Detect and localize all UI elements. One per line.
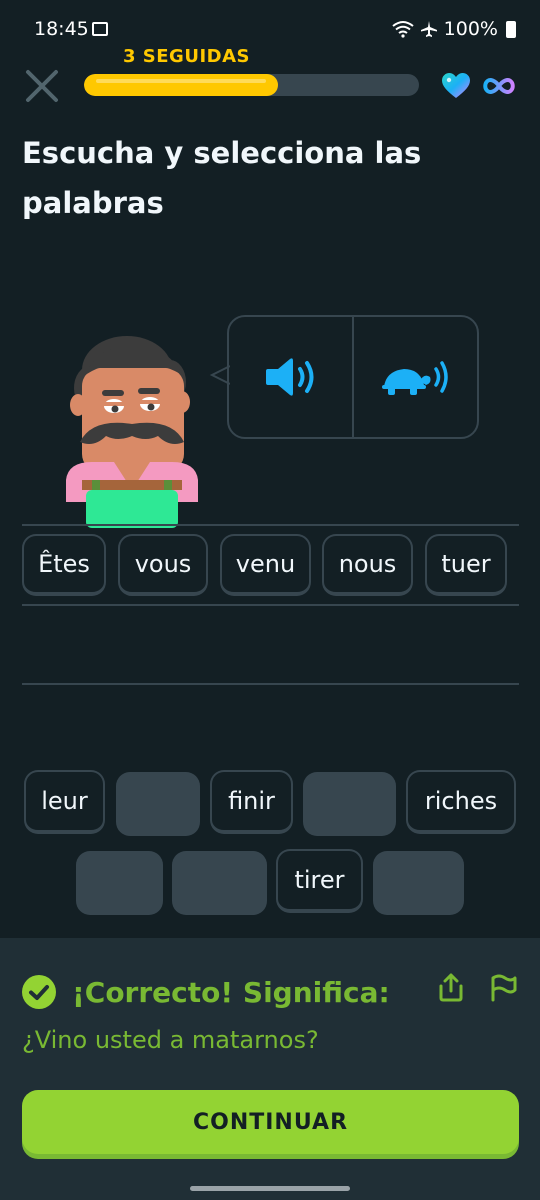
image-notification-icon	[92, 22, 108, 36]
battery-percent: 100%	[443, 18, 498, 40]
answer-line-top	[22, 524, 519, 526]
turtle-speaker-icon	[381, 361, 448, 395]
check-circle-icon	[22, 975, 56, 1009]
answer-word-chip[interactable]: vous	[118, 534, 208, 596]
play-audio-button[interactable]	[229, 317, 352, 437]
exercise-title: Escucha y selecciona las palabras	[22, 136, 422, 220]
word-bank-chip[interactable]: finir	[210, 770, 293, 834]
battery-icon	[506, 20, 516, 38]
progress-fill	[84, 74, 279, 96]
report-flag-icon[interactable]	[489, 972, 517, 1002]
audio-speech-bubble	[227, 315, 479, 439]
word-bank-empty-slot	[172, 851, 267, 915]
answer-word-chip[interactable]: Êtes	[22, 534, 106, 596]
answer-word-chip[interactable]: nous	[322, 534, 413, 596]
status-time: 18:45	[34, 18, 89, 40]
word-bank-empty-slot	[373, 851, 464, 915]
continue-button[interactable]: CONTINUAR	[22, 1090, 519, 1154]
answer-word-chip[interactable]: tuer	[425, 534, 507, 596]
word-bank-chip[interactable]: riches	[406, 770, 516, 834]
word-bank-chip[interactable]: tirer	[276, 849, 363, 913]
streak-label: 3 SEGUIDAS	[123, 46, 250, 67]
home-indicator[interactable]	[190, 1186, 350, 1191]
wifi-icon	[392, 21, 414, 38]
speaker-icon	[265, 358, 313, 396]
word-bank-empty-slot	[116, 772, 200, 836]
airplane-mode-icon	[420, 21, 437, 37]
lesson-progress-bar	[84, 74, 419, 96]
character-illustration	[66, 336, 198, 528]
answer-line-middle	[22, 604, 519, 606]
status-right: 100%	[392, 18, 516, 40]
word-bank-empty-slot	[303, 772, 396, 836]
feedback-title: ¡Correcto! Significa:	[72, 976, 390, 1009]
answer-line-bottom	[22, 683, 519, 685]
heart-icon[interactable]	[441, 72, 471, 100]
infinity-icon[interactable]	[481, 72, 517, 100]
word-bank-chip[interactable]: leur	[24, 770, 105, 834]
play-slow-audio-button[interactable]	[354, 317, 477, 437]
close-icon[interactable]	[22, 66, 62, 106]
feedback-meaning: ¿Vino usted a matarnos?	[22, 1026, 319, 1054]
share-icon[interactable]	[437, 972, 465, 1002]
word-bank-empty-slot	[76, 851, 163, 915]
progress-shine	[96, 79, 267, 83]
answer-word-chip[interactable]: venu	[220, 534, 311, 596]
